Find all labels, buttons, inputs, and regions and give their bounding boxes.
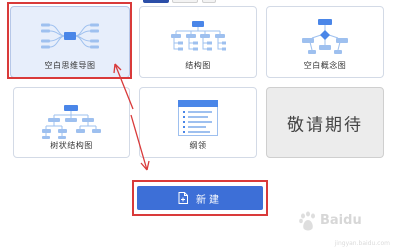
new-file-icon [178,192,188,204]
watermark-text: Baidu [320,213,362,228]
new-document-dialog: 空白思维导图 结构图 空白概念图 树状结构图 纲领 敬请期待 新建 Baidu … [0,0,400,252]
baidu-watermark: Baidu jingyan.baidu.com [298,209,394,249]
new-button[interactable]: 新建 [137,186,263,210]
watermark-subtext: jingyan.baidu.com [334,240,390,247]
new-button-label: 新建 [196,194,222,206]
